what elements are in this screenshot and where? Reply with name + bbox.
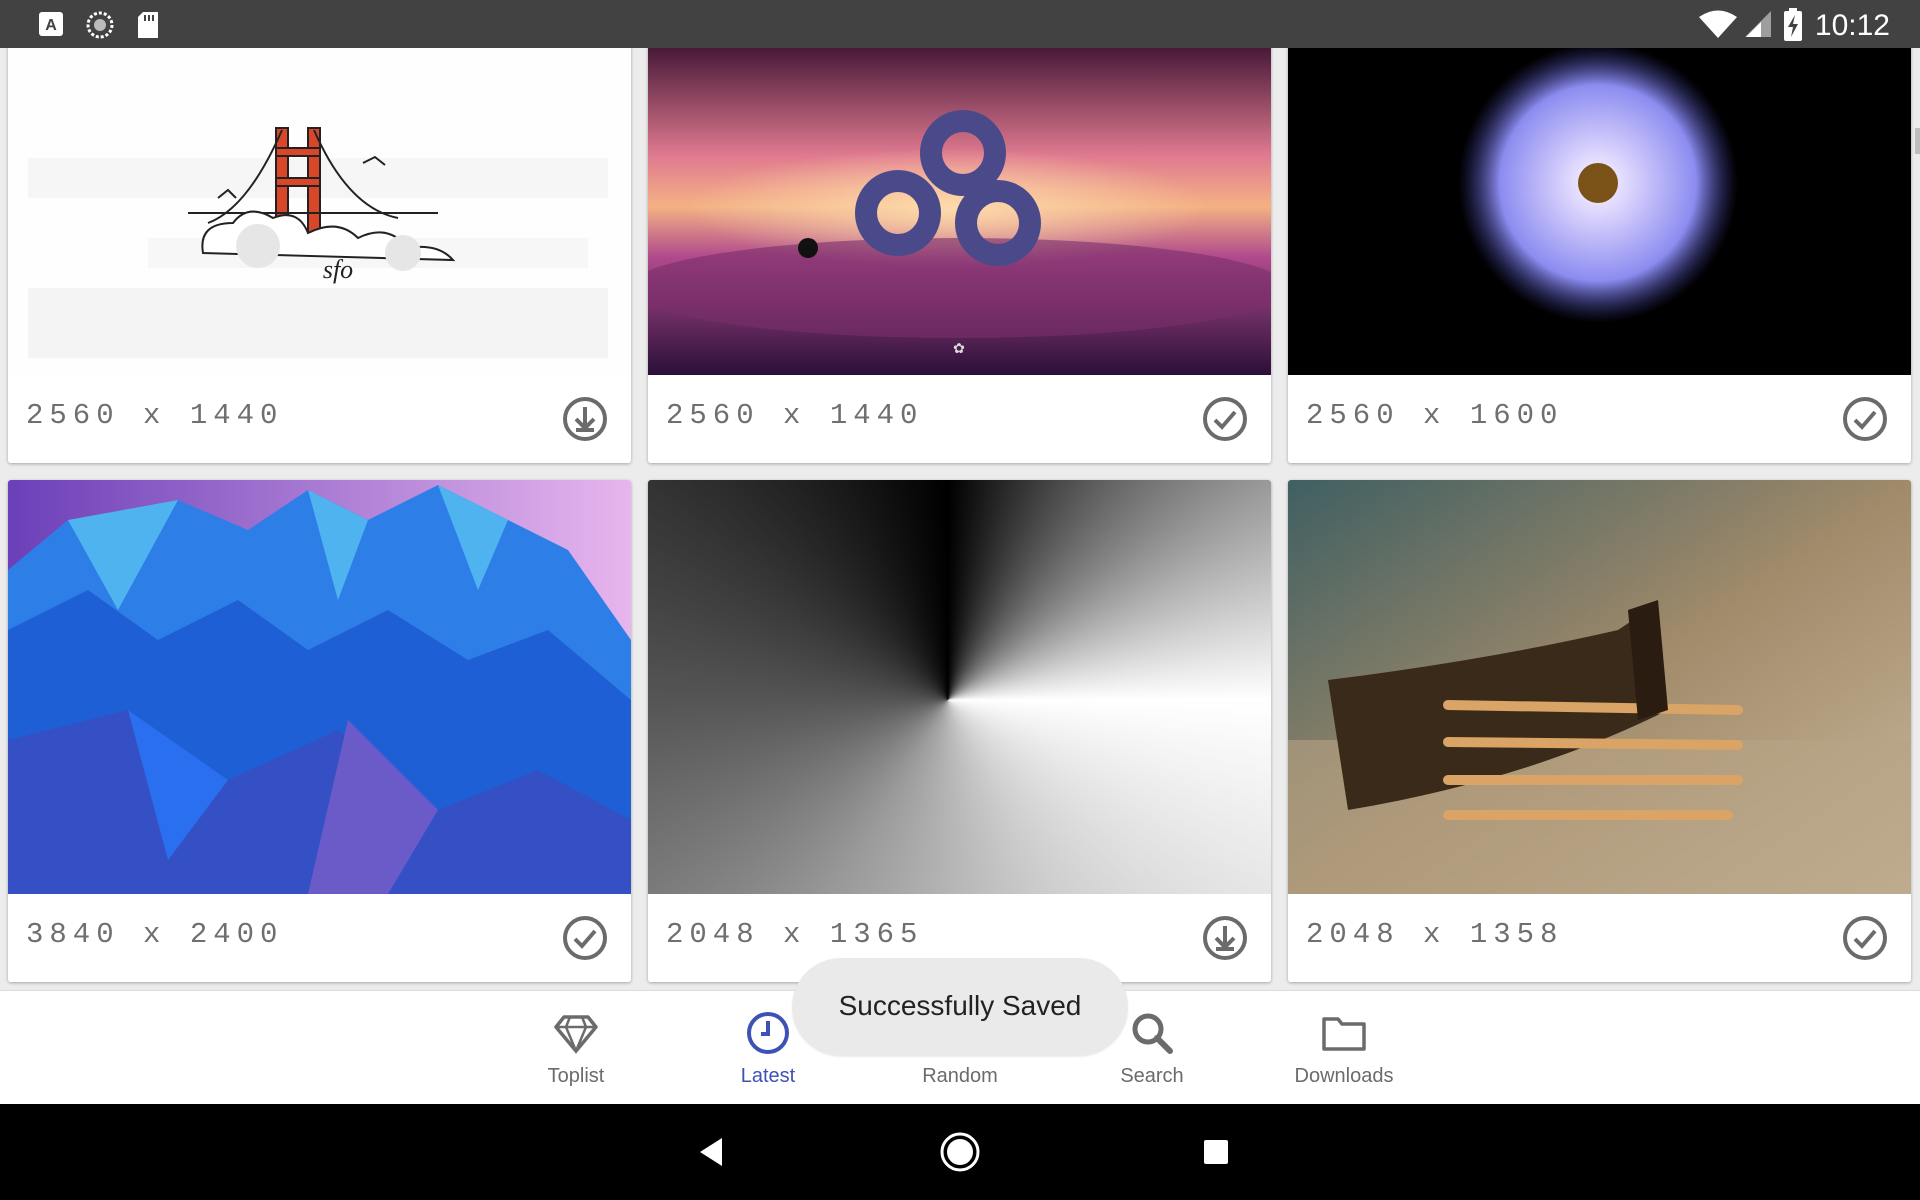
nav-label: Latest [740, 1065, 796, 1087]
wallpaper-thumbnail[interactable] [1288, 480, 1911, 894]
resolution-label: 2560 x 1440 [666, 399, 924, 432]
wallpaper-card[interactable]: sfo 2560 x 1440 [8, 48, 631, 463]
resolution-label: 3840 x 2400 [26, 918, 284, 951]
system-navigation-bar [0, 1104, 1920, 1200]
wallpaper-thumbnail[interactable]: ✿ [648, 48, 1271, 375]
app-screen: A 10:12 sfo 2560 x 1440 ✿ 2560 x 1440 25… [0, 0, 1920, 1200]
sd-card-icon [138, 12, 158, 38]
svg-text:A: A [45, 17, 57, 34]
search-icon [1132, 1013, 1173, 1054]
check-circle-icon[interactable] [1201, 395, 1249, 443]
wifi-icon [1699, 10, 1737, 38]
check-circle-icon[interactable] [1841, 395, 1889, 443]
wallpaper-thumbnail[interactable] [648, 480, 1271, 894]
clock-icon [747, 1012, 789, 1054]
svg-text:✿: ✿ [953, 340, 965, 356]
nav-item-toplist[interactable]: Toplist [496, 991, 656, 1105]
nav-label: Toplist [547, 1065, 605, 1087]
home-icon[interactable] [938, 1130, 982, 1174]
check-circle-icon[interactable] [1841, 914, 1889, 962]
resolution-label: 2560 x 1440 [26, 399, 284, 432]
clock-time: 10:12 [1814, 9, 1890, 42]
folder-icon [1322, 1017, 1366, 1051]
card-footer: 2560 x 1440 [648, 375, 1271, 463]
toast-message: Successfully Saved [838, 990, 1082, 1021]
status-bar: A 10:12 [0, 0, 1920, 48]
wallpaper-card[interactable]: ✿ 2560 x 1440 [648, 48, 1271, 463]
wallpaper-card[interactable]: 2048 x 1365 [648, 480, 1271, 982]
wallpaper-thumbnail[interactable] [8, 480, 631, 894]
scrollbar-thumb[interactable] [1915, 128, 1920, 154]
battery-charging-icon [1784, 8, 1802, 41]
card-footer: 2560 x 1600 [1288, 375, 1911, 463]
wallpaper-card[interactable]: 3840 x 2400 [8, 480, 631, 982]
nav-item-downloads[interactable]: Downloads [1264, 991, 1424, 1105]
cell-signal-icon [1745, 11, 1771, 37]
nav-label: Search [1120, 1065, 1184, 1087]
back-icon[interactable] [690, 1130, 734, 1174]
diamond-icon [554, 1015, 598, 1055]
download-icon[interactable] [1201, 914, 1249, 962]
svg-text:sfo: sfo [323, 255, 353, 284]
sync-circle-icon [86, 11, 114, 39]
wallpaper-card[interactable]: 2560 x 1600 [1288, 48, 1911, 463]
resolution-label: 2560 x 1600 [1306, 399, 1564, 432]
download-icon[interactable] [561, 395, 609, 443]
wallpaper-card[interactable]: 2048 x 1358 [1288, 480, 1911, 982]
wallpaper-thumbnail[interactable]: sfo [8, 48, 631, 375]
wallpaper-thumbnail[interactable] [1288, 48, 1911, 375]
check-circle-icon[interactable] [561, 914, 609, 962]
card-footer: 3840 x 2400 [8, 894, 631, 982]
resolution-label: 2048 x 1365 [666, 918, 924, 951]
nav-label: Downloads [1294, 1065, 1394, 1087]
wallpaper-grid[interactable]: sfo 2560 x 1440 ✿ 2560 x 1440 2560 x 160… [0, 48, 1920, 990]
nav-label: Random [922, 1065, 998, 1087]
card-footer: 2560 x 1440 [8, 375, 631, 463]
toast: Successfully Saved [792, 958, 1128, 1056]
keyboard-a-icon: A [39, 12, 63, 36]
resolution-label: 2048 x 1358 [1306, 918, 1564, 951]
card-footer: 2048 x 1358 [1288, 894, 1911, 982]
recents-icon[interactable] [1194, 1130, 1238, 1174]
